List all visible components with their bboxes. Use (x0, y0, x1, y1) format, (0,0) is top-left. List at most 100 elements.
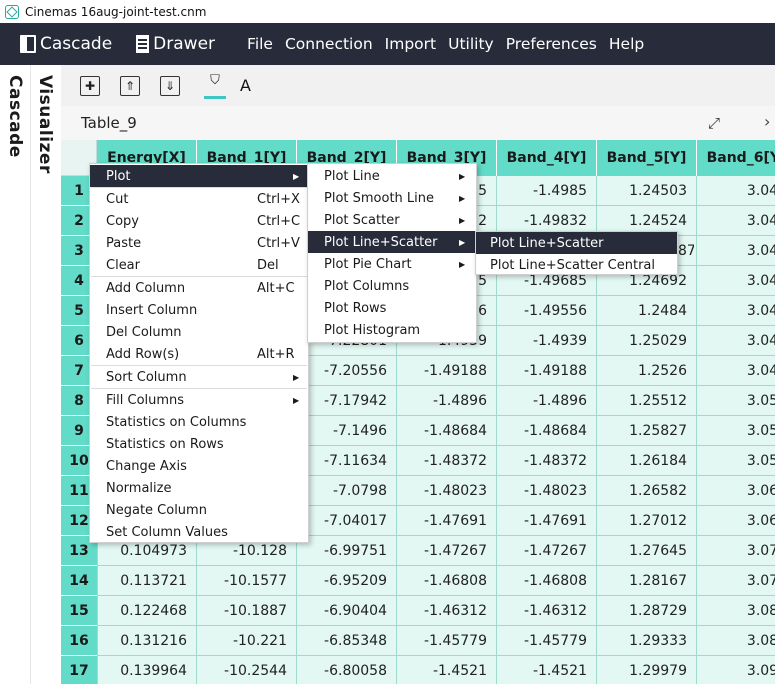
table-cell[interactable]: 3.092 (697, 656, 775, 684)
table-cell[interactable]: 3.046 (697, 326, 775, 356)
context-menu-item-change-axis[interactable]: Change Axis (90, 455, 308, 477)
line-scatter-submenu-item-plot-line-scatter[interactable]: Plot Line+Scatter (476, 232, 677, 254)
table-cell[interactable]: -1.48023 (497, 476, 597, 506)
table-cell[interactable]: 0.139964 (97, 656, 197, 684)
table-cell[interactable]: 1.29333 (597, 626, 697, 656)
table-cell[interactable]: -1.47691 (397, 506, 497, 536)
context-menu-item-normalize[interactable]: Normalize (90, 477, 308, 499)
chevron-right-icon[interactable]: › (764, 112, 770, 131)
context-menu-item-negate-column[interactable]: Negate Column (90, 499, 308, 521)
table-cell[interactable]: 3.070 (697, 536, 775, 566)
table-cell[interactable]: 1.2484 (597, 296, 697, 326)
row-header[interactable]: 16 (61, 626, 97, 656)
menu-utility[interactable]: Utility (448, 35, 494, 53)
context-menu-item-add-row-s[interactable]: Add Row(s) Alt+R (90, 343, 308, 365)
column-header-band-6-y[interactable]: Band_6[Y] (697, 140, 775, 176)
row-header[interactable]: 15 (61, 596, 97, 626)
table-cell[interactable]: -1.4896 (497, 386, 597, 416)
table-cell[interactable]: -1.49188 (497, 356, 597, 386)
plot-submenu-item-plot-rows[interactable]: Plot Rows (308, 297, 476, 319)
table-cell[interactable]: 3.049 (697, 356, 775, 386)
table-cell[interactable]: -1.47267 (397, 536, 497, 566)
plot-submenu-item-plot-line[interactable]: Plot Line ▶ (308, 165, 476, 187)
table-cell[interactable]: -1.45779 (497, 626, 597, 656)
table-cell[interactable]: -1.48684 (497, 416, 597, 446)
table-cell[interactable]: 3.058 (697, 446, 775, 476)
expand-icon[interactable]: ⤢ (708, 114, 720, 132)
menu-file[interactable]: File (247, 35, 273, 53)
context-menu-item-insert-column[interactable]: Insert Column (90, 299, 308, 321)
plot-submenu-item-plot-smooth-line[interactable]: Plot Smooth Line ▶ (308, 187, 476, 209)
table-cell[interactable]: -7.04017 (297, 506, 397, 536)
table-cell[interactable]: 1.27012 (597, 506, 697, 536)
table-cell[interactable]: -10.1577 (197, 566, 297, 596)
font-icon[interactable]: A (240, 76, 251, 95)
table-cell[interactable]: 1.28729 (597, 596, 697, 626)
table-cell[interactable]: 1.26184 (597, 446, 697, 476)
plot-submenu-item-plot-line-scatter[interactable]: Plot Line+Scatter ▶ (308, 231, 476, 253)
table-cell[interactable]: -1.4896 (397, 386, 497, 416)
table-cell[interactable]: -1.46808 (497, 566, 597, 596)
table-cell[interactable]: 3.054 (697, 416, 775, 446)
table-cell[interactable]: 3.043 (697, 266, 775, 296)
column-header-band-5-y[interactable]: Band_5[Y] (597, 140, 697, 176)
plot-submenu-item-plot-histogram[interactable]: Plot Histogram (308, 319, 476, 341)
table-cell[interactable]: -1.47691 (497, 506, 597, 536)
table-cell[interactable]: 1.28167 (597, 566, 697, 596)
menu-preferences[interactable]: Preferences (506, 35, 597, 53)
drawer-brand-button[interactable]: Drawer (136, 34, 215, 54)
table-cell[interactable]: -1.4939 (497, 326, 597, 356)
table-cell[interactable]: -1.48023 (397, 476, 497, 506)
table-cell[interactable]: -6.90404 (297, 596, 397, 626)
context-menu-item-statistics-on-rows[interactable]: Statistics on Rows (90, 433, 308, 455)
table-cell[interactable]: -7.0798 (297, 476, 397, 506)
table-cell[interactable]: -1.4521 (397, 656, 497, 684)
table-cell[interactable]: 1.26582 (597, 476, 697, 506)
table-cell[interactable]: -6.80058 (297, 656, 397, 684)
table-cell[interactable]: 0.131216 (97, 626, 197, 656)
plot-submenu-item-plot-pie-chart[interactable]: Plot Pie Chart ▶ (308, 253, 476, 275)
table-cell[interactable]: -1.48684 (397, 416, 497, 446)
table-cell[interactable]: -10.221 (197, 626, 297, 656)
context-menu-item-statistics-on-columns[interactable]: Statistics on Columns (90, 411, 308, 433)
table-cell[interactable]: -1.48372 (497, 446, 597, 476)
menu-connection[interactable]: Connection (285, 35, 373, 53)
table-cell[interactable]: 1.24503 (597, 176, 697, 206)
row-header[interactable]: 14 (61, 566, 97, 596)
context-menu-item-del-column[interactable]: Del Column (90, 321, 308, 343)
table-cell[interactable]: 3.065 (697, 506, 775, 536)
table-cell[interactable]: -1.49188 (397, 356, 497, 386)
cascade-brand-button[interactable]: Cascade (20, 34, 112, 54)
table-cell[interactable]: -1.48372 (397, 446, 497, 476)
add-row-icon[interactable]: ✚ (80, 75, 100, 96)
table-cell[interactable]: -7.17942 (297, 386, 397, 416)
move-up-icon[interactable]: ⇑ (120, 75, 140, 96)
table-cell[interactable]: -1.46312 (497, 596, 597, 626)
table-cell[interactable]: 1.29979 (597, 656, 697, 684)
table-cell[interactable]: 1.27645 (597, 536, 697, 566)
context-menu-item-copy[interactable]: Copy Ctrl+C (90, 210, 308, 232)
context-menu-item-paste[interactable]: Paste Ctrl+V (90, 232, 308, 254)
table-cell[interactable]: 3.041 (697, 206, 775, 236)
table-cell[interactable]: -1.47267 (497, 536, 597, 566)
row-header[interactable]: 17 (61, 656, 97, 684)
table-cell[interactable]: -1.4985 (497, 176, 597, 206)
table-cell[interactable]: -7.11634 (297, 446, 397, 476)
context-menu-item-add-column[interactable]: Add Column Alt+C (90, 277, 308, 299)
table-cell[interactable]: 3.075 (697, 566, 775, 596)
table-cell[interactable]: -6.95209 (297, 566, 397, 596)
table-cell[interactable]: 3.062 (697, 476, 775, 506)
table-cell[interactable]: -1.46312 (397, 596, 497, 626)
table-cell[interactable]: -7.1496 (297, 416, 397, 446)
plot-submenu-item-plot-scatter[interactable]: Plot Scatter ▶ (308, 209, 476, 231)
table-cell[interactable]: -7.20556 (297, 356, 397, 386)
menu-help[interactable]: Help (609, 35, 644, 53)
fill-color-icon[interactable]: ⛉ (204, 73, 226, 99)
table-cell[interactable]: -6.99751 (297, 536, 397, 566)
context-menu-item-clear[interactable]: Clear Del (90, 254, 308, 276)
table-cell[interactable]: 1.25827 (597, 416, 697, 446)
column-header-band-4-y[interactable]: Band_4[Y] (497, 140, 597, 176)
table-cell[interactable]: 1.25512 (597, 386, 697, 416)
table-cell[interactable]: 3.041 (697, 176, 775, 206)
table-cell[interactable]: -10.2544 (197, 656, 297, 684)
